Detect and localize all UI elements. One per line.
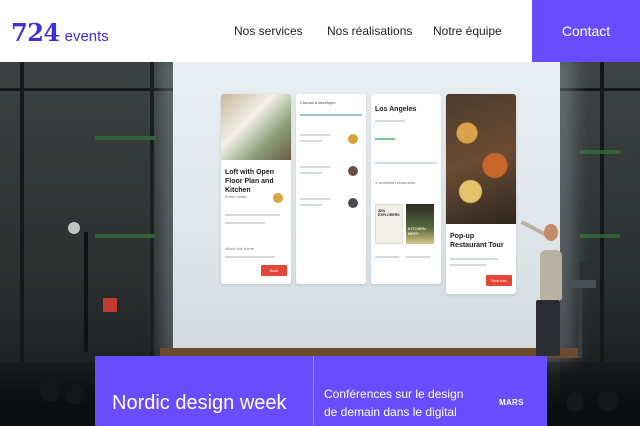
nav-link-realisations[interactable]: Nos réalisations bbox=[327, 0, 412, 62]
card-section: About this home bbox=[225, 246, 254, 251]
podium bbox=[566, 280, 596, 288]
scaffold-rail bbox=[0, 88, 175, 91]
host-avatar bbox=[273, 193, 283, 203]
contact-button[interactable]: Contact bbox=[532, 0, 640, 62]
light-pole bbox=[84, 232, 88, 352]
laptop bbox=[580, 262, 598, 280]
event-title: Nordic design week bbox=[112, 392, 287, 414]
screen-card-loft: Loft with Open Floor Plan and Kitchen En… bbox=[221, 94, 291, 284]
thumb-label: KITCHEN BEEF bbox=[408, 226, 426, 236]
list-line bbox=[300, 204, 322, 206]
scaffold-beam bbox=[150, 62, 154, 362]
card-tag bbox=[375, 138, 395, 140]
presenter-legs bbox=[536, 300, 560, 356]
card-line bbox=[450, 264, 486, 266]
site-logo[interactable]: 724 events bbox=[11, 18, 109, 47]
camera-icon bbox=[68, 222, 80, 234]
podium-stand bbox=[578, 288, 582, 358]
tab-bar bbox=[375, 162, 437, 164]
screen-card-popup: Pop-up Restaurant Tour Book now bbox=[446, 94, 516, 294]
green-rail bbox=[95, 234, 155, 238]
green-rail bbox=[580, 150, 620, 154]
green-rail bbox=[95, 136, 155, 140]
card-line bbox=[406, 256, 430, 258]
event-description: Conférences sur le design de demain dans… bbox=[324, 387, 464, 419]
card-book-button: Book bbox=[261, 265, 287, 276]
scaffold-beam bbox=[20, 62, 24, 362]
nav-link-team[interactable]: Notre équipe bbox=[433, 0, 502, 62]
card-line bbox=[375, 120, 405, 122]
card-line bbox=[225, 256, 275, 258]
logo-number: 724 bbox=[11, 18, 60, 47]
scaffold-beam bbox=[600, 62, 604, 362]
audience-head bbox=[66, 384, 84, 404]
card-book-button: Book now bbox=[486, 275, 512, 286]
developer-avatar bbox=[348, 166, 358, 176]
green-rail bbox=[580, 234, 620, 238]
list-line bbox=[300, 134, 330, 136]
food-photo bbox=[446, 94, 516, 224]
card-section: 3 available restaurants bbox=[375, 180, 416, 185]
card-line bbox=[450, 258, 498, 260]
site-header: 724 events Nos services Nos réalisations… bbox=[0, 0, 640, 62]
screen-card-developers: Choose a developer bbox=[296, 94, 366, 284]
card-line bbox=[225, 214, 280, 216]
event-banner[interactable]: Nordic design week Conférences sur le de… bbox=[95, 356, 547, 426]
card-line bbox=[225, 222, 265, 224]
restaurant-thumb: ZEN EXPLORERS bbox=[375, 204, 403, 244]
audience-head bbox=[40, 380, 60, 402]
list-line bbox=[300, 166, 330, 168]
room-photo bbox=[221, 94, 291, 160]
presenter-head bbox=[544, 224, 558, 241]
nav-link-services[interactable]: Nos services bbox=[234, 0, 303, 62]
event-month: MARS bbox=[499, 398, 524, 407]
list-line bbox=[300, 172, 322, 174]
card-line bbox=[375, 256, 399, 258]
restaurant-thumb: KITCHEN BEEF bbox=[406, 204, 434, 244]
banner-divider bbox=[313, 356, 314, 426]
list-line bbox=[300, 198, 330, 200]
card-header: Choose a developer bbox=[300, 100, 336, 105]
tab-bar bbox=[300, 114, 362, 116]
card-title: Pop-up Restaurant Tour bbox=[450, 233, 504, 249]
screen-card-los-angeles: Los Angeles 3 available restaurants ZEN … bbox=[371, 94, 441, 284]
card-city: Los Angeles bbox=[375, 106, 417, 113]
thumb-label: ZEN EXPLORERS bbox=[378, 209, 400, 217]
list-line bbox=[300, 140, 322, 142]
developer-avatar bbox=[348, 198, 358, 208]
developer-avatar bbox=[348, 134, 358, 144]
presenter-body bbox=[540, 250, 562, 300]
audience-head bbox=[598, 390, 618, 412]
exit-sign bbox=[103, 298, 117, 312]
card-title: Loft with Open Floor Plan and Kitchen bbox=[225, 169, 274, 194]
audience-head bbox=[566, 392, 584, 412]
logo-word: events bbox=[64, 28, 109, 45]
